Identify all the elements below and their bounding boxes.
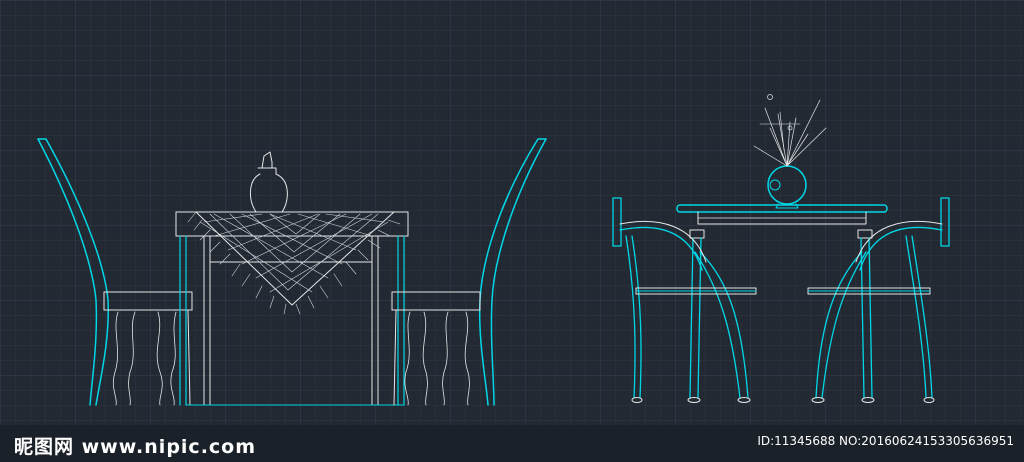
cad-drawing [0,0,1024,462]
grid [0,0,1024,462]
watermark-logo: 昵图网 www.nipic.com [14,436,257,458]
cad-canvas: 昵图网 www.nipic.com ID:11345688 NO:2016062… [0,0,1024,462]
watermark-id: ID:11345688 NO:20160624153305636951 [757,434,1014,448]
